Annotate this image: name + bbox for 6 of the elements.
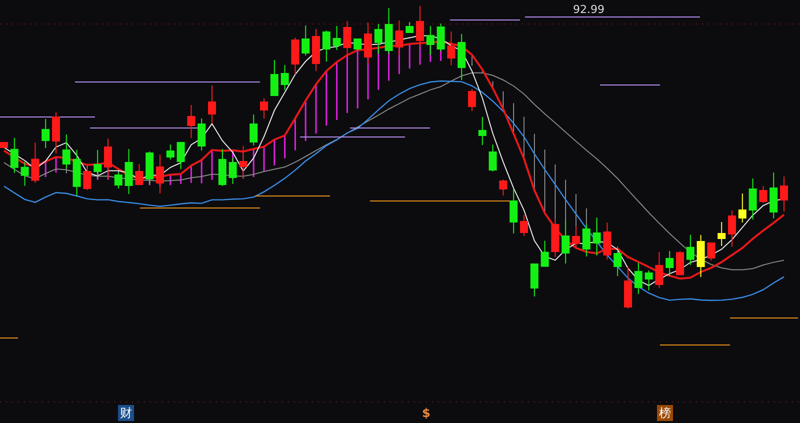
price-label: 92.99 — [573, 3, 604, 16]
reference-line — [600, 84, 660, 86]
marker-label: 榜 — [657, 405, 673, 421]
marker-label: $ — [421, 405, 432, 421]
marker-label: 财 — [118, 405, 134, 421]
reference-line — [660, 344, 730, 346]
